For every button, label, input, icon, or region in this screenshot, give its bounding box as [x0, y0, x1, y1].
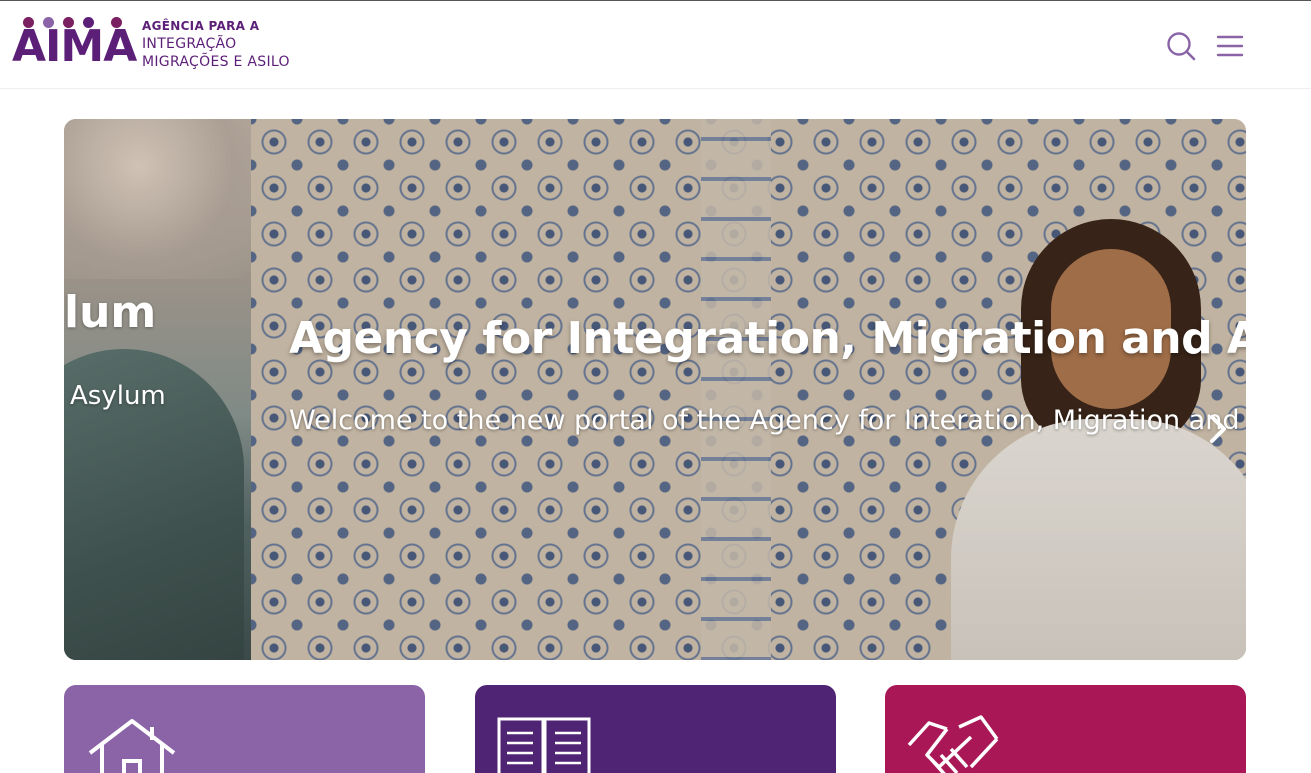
logo-line-1: AGÊNCIA PARA A: [142, 19, 260, 33]
logo-agency-name: AGÊNCIA PARA A INTEGRAÇÃO MIGRAÇÕES E AS…: [142, 17, 290, 71]
slide-title: Agency for Integration, Migration and As…: [289, 313, 1246, 364]
carousel-slide-previous[interactable]: lum Asylum: [64, 119, 251, 660]
slide-subtitle: Asylum: [70, 381, 166, 411]
logo-line-3: MIGRAÇÕES E ASILO: [142, 54, 290, 70]
aima-logo[interactable]: AIMA AGÊNCIA PARA A INTEGRAÇÃO MIGRAÇÕES…: [12, 15, 322, 71]
background-photo: [64, 119, 251, 279]
hero-carousel[interactable]: lum Asylum Agency for Integration, Migra…: [64, 119, 1246, 660]
card-information[interactable]: [475, 685, 836, 773]
carousel-slide-current[interactable]: Agency for Integration, Migration and As…: [251, 119, 1246, 660]
card-housing[interactable]: [64, 685, 425, 773]
slide-overlay: [251, 119, 1246, 660]
logo-line-2: INTEGRAÇÃO: [142, 36, 237, 52]
search-icon[interactable]: [1166, 31, 1196, 61]
handshake-icon: [907, 715, 999, 773]
slide-subtitle: Welcome to the new portal of the Agency …: [289, 405, 1240, 436]
book-icon: [497, 717, 591, 773]
slide-title: lum: [64, 287, 157, 338]
menu-icon[interactable]: [1216, 33, 1244, 59]
site-header: AIMA AGÊNCIA PARA A INTEGRAÇÃO MIGRAÇÕES…: [0, 1, 1311, 89]
card-integration[interactable]: [885, 685, 1246, 773]
logo-wordmark: AIMA: [12, 21, 137, 72]
chevron-right-icon[interactable]: [1204, 411, 1232, 447]
house-icon: [88, 719, 176, 773]
